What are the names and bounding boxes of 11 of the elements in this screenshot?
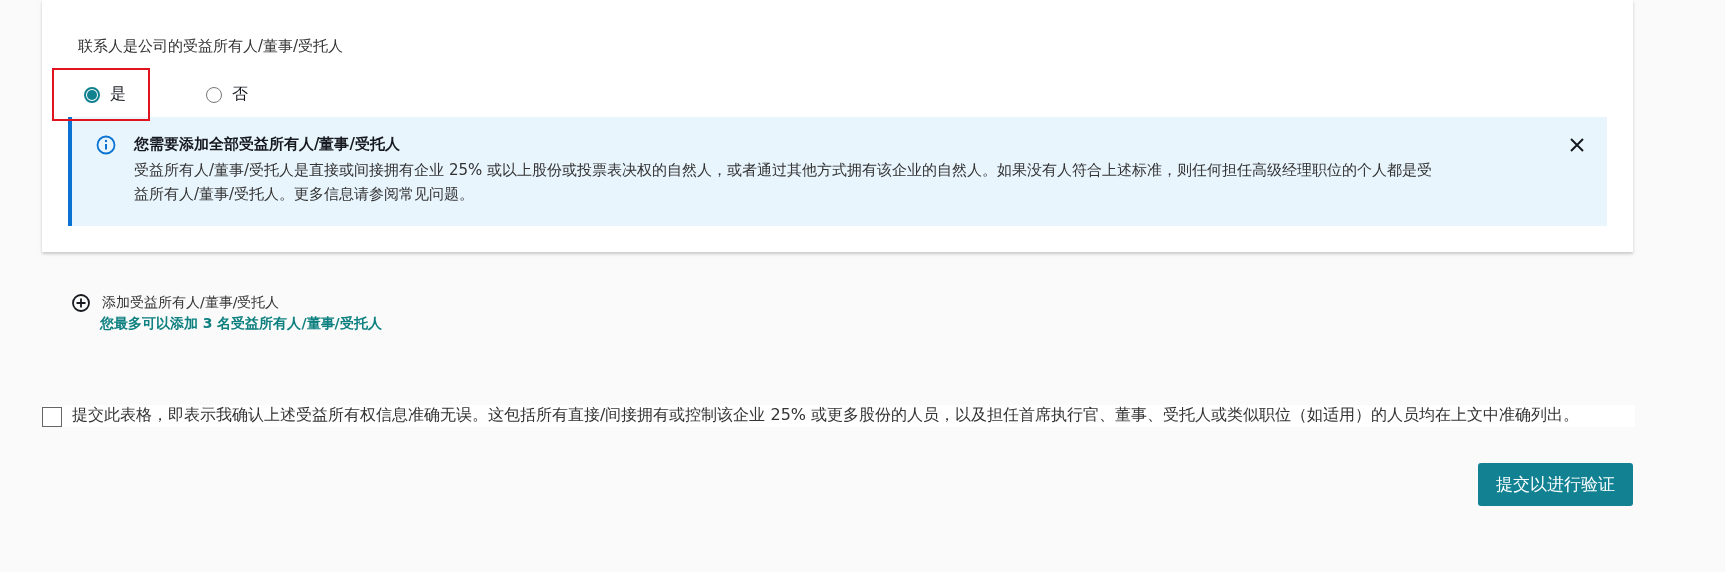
add-owner-link[interactable]: 添加受益所有人/董事/受托人: [102, 294, 280, 312]
add-icon[interactable]: [72, 294, 90, 312]
alert-title: 您需要添加全部受益所有人/董事/受托人: [134, 135, 401, 154]
info-icon: [96, 135, 116, 155]
confirm-text: 提交此表格，即表示我确认上述受益所有权信息准确无误。这包括所有直接/间接拥有或控制该企业 25% 或更多股份的人员，以及担任首席执行官、董事、受托人或类似职位（如适用）的人员均在上文中准确列出。: [72, 405, 1581, 426]
confirm-checkbox[interactable]: [42, 407, 62, 427]
question-label: 联系人是公司的受益所有人/董事/受托人: [78, 37, 344, 56]
limit-hint: 您最多可以添加 3 名受益所有人/董事/受托人: [100, 315, 383, 333]
alert-text: 受益所有人/董事/受托人是直接或间接拥有企业 25% 或以上股份或投票表决权的自然人，或者通过其他方式拥有该企业的自然人。如果没有人符合上述标准，则任何担任高级经理职位的个人都是受益所有人/董事/受托人。更多信息请参阅常见问题。: [134, 160, 1433, 205]
radio-option[interactable]: 是: [52, 68, 150, 121]
submit-button[interactable]: 提交以进行验证: [1478, 463, 1633, 506]
